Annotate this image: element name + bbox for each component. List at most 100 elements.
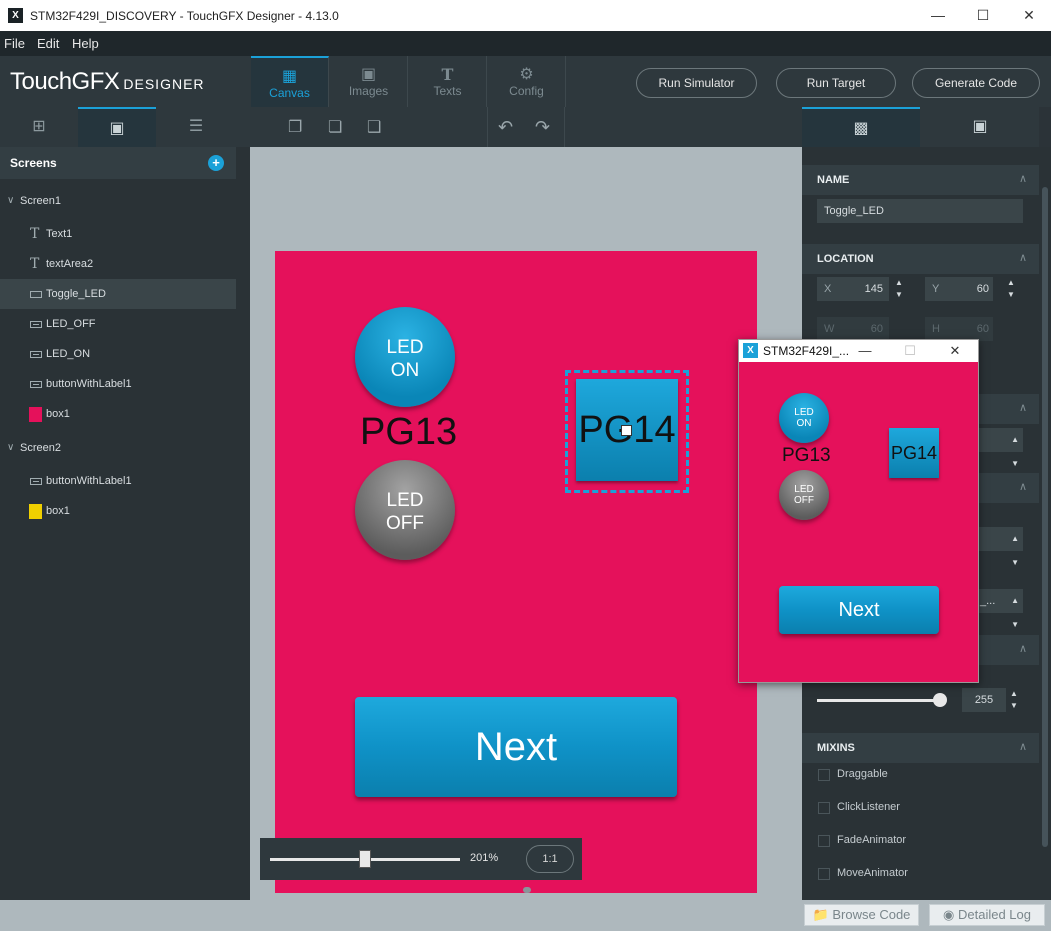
- tree-item-led-on[interactable]: LED_ON: [0, 339, 236, 369]
- sim-toggle-led-button[interactable]: PG14: [889, 428, 939, 478]
- interactions-tab[interactable]: ☰: [157, 107, 235, 147]
- redo-icon[interactable]: ↷: [535, 117, 550, 138]
- chevron-down-icon: ∨: [7, 195, 15, 206]
- menu-file[interactable]: File: [4, 36, 25, 51]
- draggable-checkbox[interactable]: [818, 769, 830, 781]
- add-screen-icon[interactable]: +: [208, 155, 224, 171]
- alpha-field[interactable]: 255: [962, 688, 1006, 712]
- run-target-button[interactable]: Run Target: [776, 68, 896, 98]
- properties-scrollbar[interactable]: [1039, 147, 1051, 900]
- resize-handle[interactable]: [523, 887, 531, 893]
- zoom-slider-thumb[interactable]: [359, 850, 371, 868]
- button-icon: [30, 381, 42, 388]
- tree-item-text1[interactable]: T Text1: [0, 219, 236, 249]
- properties-icon: ▩: [853, 120, 869, 137]
- screens-panel: Screens + ∨ Screen1 T Text1 T textArea2 …: [0, 147, 236, 900]
- alpha-slider-thumb[interactable]: [933, 693, 947, 707]
- name-field[interactable]: Toggle_LED: [817, 199, 1023, 223]
- draggable-label: Draggable: [837, 768, 888, 780]
- zoom-reset-button[interactable]: 1:1: [526, 845, 574, 873]
- tree-item-led-off[interactable]: LED_OFF: [0, 309, 236, 339]
- next-button[interactable]: Next: [355, 697, 677, 797]
- pg13-text[interactable]: PG13: [360, 411, 457, 454]
- tree-item-button-with-label1-s2[interactable]: buttonWithLabel1: [0, 466, 236, 496]
- group-icon[interactable]: ❑: [367, 117, 381, 137]
- bring-forward-icon[interactable]: ❐: [288, 117, 302, 137]
- select-field-3[interactable]: _... ▲ ▼: [978, 589, 1023, 629]
- location-section-header[interactable]: LOCATION ∧: [802, 244, 1039, 274]
- minimize-icon[interactable]: —: [927, 5, 949, 25]
- tree-item-box1-s2[interactable]: box1: [0, 496, 236, 526]
- tree-screen-2[interactable]: ∨ Screen2: [0, 433, 236, 463]
- menu-help[interactable]: Help: [72, 36, 99, 51]
- divider: [487, 107, 488, 147]
- name-section-header[interactable]: NAME ∧: [802, 165, 1039, 195]
- undo-icon[interactable]: ↶: [498, 117, 513, 138]
- select-field-2[interactable]: ▲ ▼: [978, 527, 1023, 567]
- button-icon: [30, 351, 42, 358]
- led-on-button[interactable]: LED ON: [355, 307, 455, 407]
- tree-item-textarea2[interactable]: T textArea2: [0, 249, 236, 279]
- mixins-section-header[interactable]: MIXINS ∧: [802, 733, 1039, 763]
- zoom-level: 201%: [470, 852, 499, 864]
- tab-config[interactable]: ⚙ Config: [488, 56, 566, 107]
- sim-led-off-button[interactable]: LED OFF: [779, 470, 829, 520]
- sim-next-button[interactable]: Next: [779, 586, 939, 634]
- alpha-spinner[interactable]: ▲ ▼: [1006, 688, 1022, 712]
- select-field-1[interactable]: ▲ ▼: [978, 428, 1023, 468]
- spinner-icon: ▲ ▼: [1011, 596, 1019, 629]
- fade-animator-checkbox[interactable]: [818, 835, 830, 847]
- simulator-window[interactable]: X STM32F429I_... — ☐ ✕ LED ON PG13 LED O…: [738, 339, 979, 683]
- chevron-up-icon: ∧: [1018, 402, 1027, 414]
- screen-preview[interactable]: LED ON PG13 LED OFF PG14 Next: [275, 251, 757, 893]
- main-toolbar: TouchGFX DESIGNER ▦ Canvas ▣ Images T Tex…: [0, 56, 1051, 107]
- panel-divider[interactable]: [236, 147, 250, 900]
- click-listener-checkbox[interactable]: [818, 802, 830, 814]
- send-backward-icon[interactable]: ❏: [328, 117, 342, 137]
- run-simulator-button[interactable]: Run Simulator: [636, 68, 757, 98]
- tab-canvas[interactable]: ▦ Canvas: [251, 56, 329, 107]
- spinner-icon: ▲ ▼: [1011, 534, 1019, 567]
- detailed-log-button[interactable]: ◉ Detailed Log: [929, 904, 1045, 926]
- browse-code-button[interactable]: 📁 Browse Code: [804, 904, 919, 926]
- toggle-icon: [30, 291, 42, 298]
- app-logo: TouchGFX DESIGNER: [10, 68, 205, 95]
- properties-tab[interactable]: ▩: [802, 107, 920, 147]
- tree-item-toggle-led[interactable]: Toggle_LED: [0, 279, 236, 309]
- title-bar: X STM32F429I_DISCOVERY - TouchGFX Design…: [0, 0, 1051, 31]
- sim-led-on-button[interactable]: LED ON: [779, 393, 829, 443]
- tree-item-button-with-label1[interactable]: buttonWithLabel1: [0, 369, 236, 399]
- tree-item-box1[interactable]: box1: [0, 399, 236, 429]
- close-icon[interactable]: ✕: [1018, 5, 1040, 25]
- zoom-bar: 201% 1:1: [260, 838, 582, 880]
- led-off-button[interactable]: LED OFF: [355, 460, 455, 560]
- tree-screen-1[interactable]: ∨ Screen1: [0, 186, 236, 216]
- menu-bar: File Edit Help: [0, 31, 1051, 56]
- minimize-icon[interactable]: —: [855, 341, 875, 361]
- chevron-up-icon: ∧: [1018, 252, 1027, 264]
- interactions-tab-right[interactable]: ▣: [921, 107, 1039, 147]
- add-widget-tab[interactable]: ⊞: [0, 107, 78, 147]
- menu-edit[interactable]: Edit: [37, 36, 59, 51]
- y-field[interactable]: Y 60: [925, 277, 993, 301]
- x-field[interactable]: X 145: [817, 277, 889, 301]
- move-animator-label: MoveAnimator: [837, 867, 908, 879]
- scrollbar-thumb[interactable]: [1042, 187, 1048, 847]
- close-icon[interactable]: ✕: [945, 341, 965, 361]
- tree-view-tab[interactable]: ▣: [78, 107, 156, 147]
- canvas-icon: ▦: [281, 68, 298, 85]
- box-icon: [29, 407, 42, 422]
- add-box-icon: ⊞: [32, 118, 46, 135]
- text-icon: T: [30, 226, 40, 242]
- generate-code-button[interactable]: Generate Code: [912, 68, 1040, 98]
- app-icon: X: [8, 8, 23, 23]
- x-spinner[interactable]: ▲ ▼: [891, 277, 907, 301]
- alpha-slider-track[interactable]: [817, 699, 943, 702]
- chevron-up-icon: ∧: [1018, 481, 1027, 493]
- selection-handle[interactable]: [621, 425, 632, 436]
- tab-images[interactable]: ▣ Images: [330, 56, 408, 107]
- move-animator-checkbox[interactable]: [818, 868, 830, 880]
- y-spinner[interactable]: ▲ ▼: [1003, 277, 1019, 301]
- maximize-icon[interactable]: ☐: [972, 5, 994, 25]
- tab-texts[interactable]: T Texts: [409, 56, 487, 107]
